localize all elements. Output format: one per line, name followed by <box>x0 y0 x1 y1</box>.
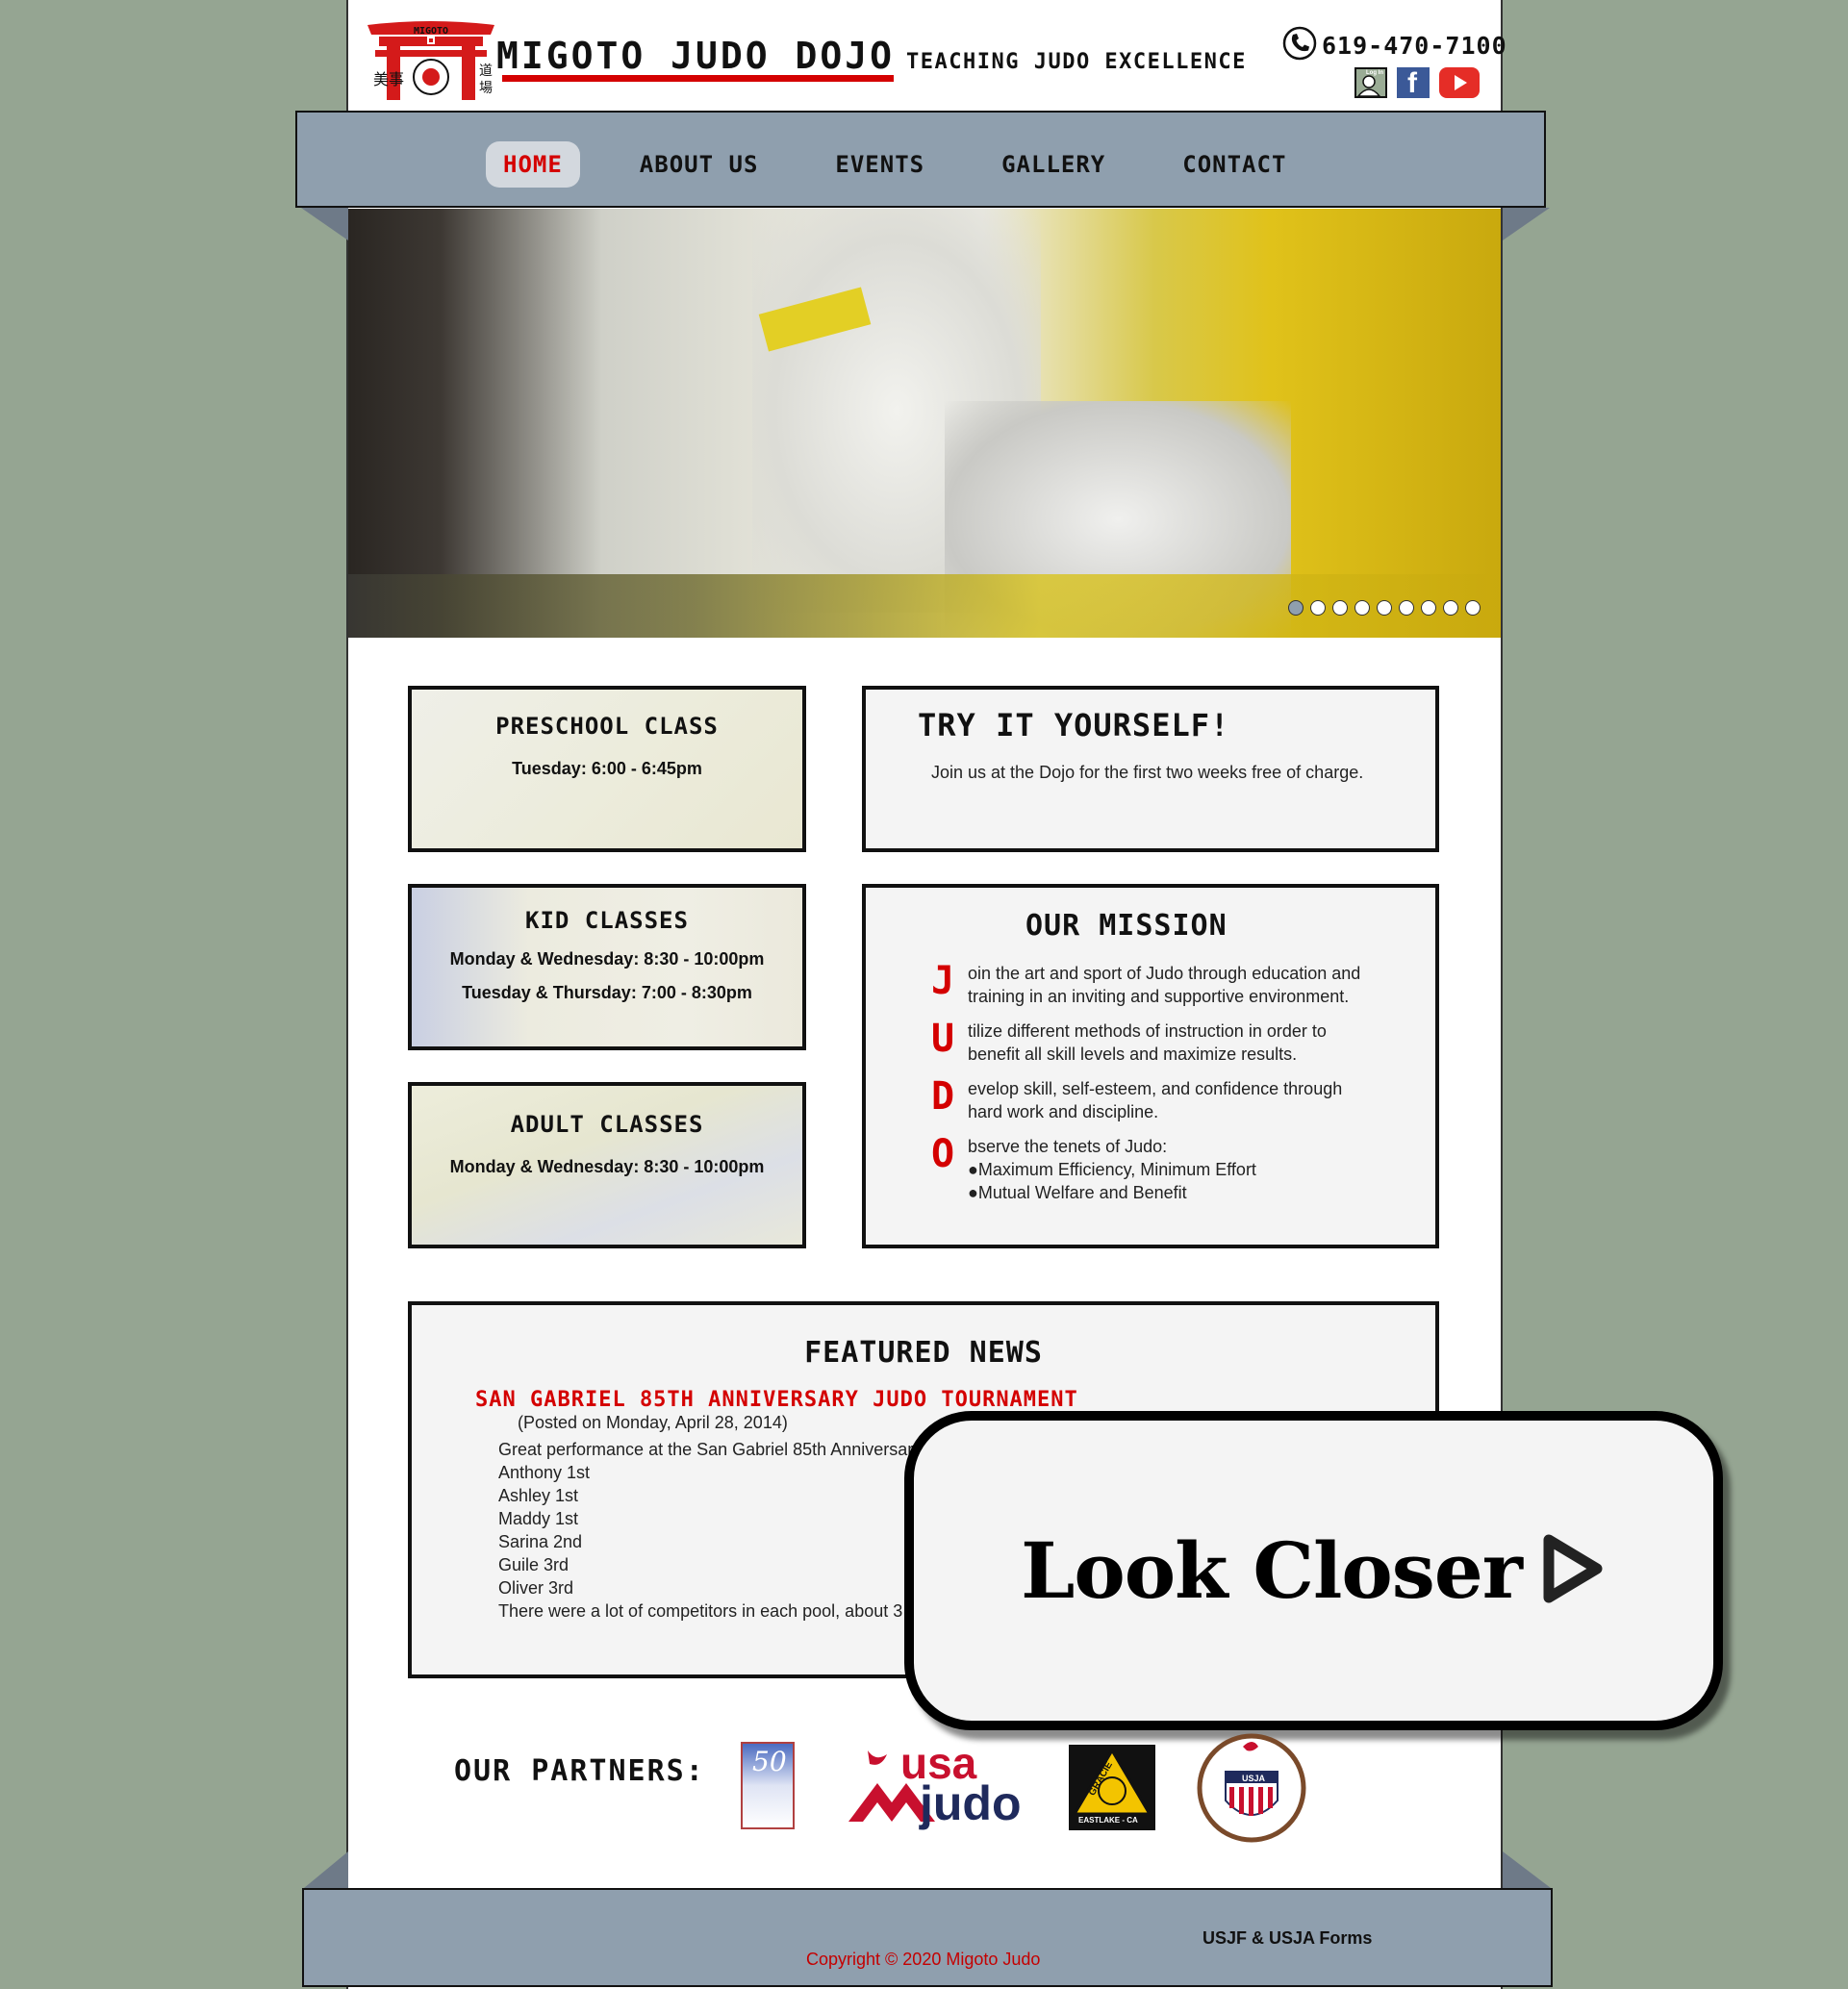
partner-usa-judo-logo[interactable]: usa judo <box>839 1738 1022 1830</box>
mission-letter: D <box>931 1074 955 1119</box>
facebook-icon[interactable]: f <box>1397 67 1430 99</box>
mission-item-d: D evelop skill, self-esteem, and confide… <box>931 1077 1342 1123</box>
nav-home[interactable]: Home <box>486 141 580 188</box>
mission-line: oin the art and sport of Judo through ed… <box>968 964 1361 983</box>
mission-item-u: U tilize different methods of instructio… <box>931 1020 1327 1066</box>
nav-gallery[interactable]: Gallery <box>984 141 1123 188</box>
news-section-title: Featured News <box>804 1336 1043 1370</box>
site-title[interactable]: Migoto Judo Dojo <box>496 35 895 77</box>
footer-fold-left <box>304 1851 348 1888</box>
class-schedule: Tuesday & Thursday: 7:00 - 8:30pm <box>462 983 752 1002</box>
look-closer-button[interactable]: Look Closer <box>904 1411 1723 1730</box>
mission-bullet: ●Maximum Efficiency, Minimum Effort <box>968 1160 1256 1179</box>
slide-dot[interactable] <box>1310 600 1326 616</box>
partner-logo-text: USJA <box>1242 1774 1266 1783</box>
copyright-text: Copyright © 2020 Migoto Judo <box>806 1950 1041 1969</box>
usjf-usja-forms-link[interactable]: USJF & USJA Forms <box>1202 1928 1372 1949</box>
news-text-line: Guile 3rd <box>498 1555 570 1574</box>
kid-classes-card: Kid Classes Monday & Wednesday: 8:30 - 1… <box>408 884 806 1050</box>
footer: USJF & USJA Forms Copyright © 2020 Migot… <box>302 1888 1553 1987</box>
card-title: Adult Classes <box>510 1111 704 1138</box>
partner-gracie-logo[interactable]: GRACIE EASTLAKE - CA <box>1069 1745 1155 1830</box>
phone-number: 619-470-7100 <box>1322 32 1507 60</box>
slide-dot[interactable] <box>1465 600 1481 616</box>
footer-fold-right <box>1503 1851 1551 1888</box>
nav-fold-left <box>301 208 348 240</box>
mission-line: evelop skill, self-esteem, and confidenc… <box>968 1079 1343 1098</box>
news-headline[interactable]: San Gabriel 85th Anniversary Judo Tourna… <box>475 1388 1078 1412</box>
phone-icon <box>1281 25 1318 66</box>
preschool-class-card: Preschool Class Tuesday: 6:00 - 6:45pm <box>408 686 806 852</box>
mission-item-o: O bserve the tenets of Judo: ●Maximum Ef… <box>931 1135 1256 1204</box>
nav-fold-right <box>1503 208 1550 240</box>
class-schedule: Monday & Wednesday: 8:30 - 10:00pm <box>449 949 765 969</box>
partner-usjf-logo[interactable]: 50 <box>741 1742 795 1829</box>
nav-events[interactable]: Events <box>818 141 942 188</box>
try-it-card: Try It Yourself! Join us at the Dojo for… <box>862 686 1439 852</box>
class-schedule: Tuesday: 6:00 - 6:45pm <box>512 759 702 778</box>
slide-dot[interactable] <box>1332 600 1348 616</box>
try-it-text: Join us at the Dojo for the first two we… <box>931 763 1364 782</box>
svg-text:場: 場 <box>479 80 493 95</box>
news-text-line: There were a lot of competitors in each … <box>498 1601 903 1621</box>
dojo-logo[interactable]: MIGOTO 美事 道 場 <box>366 17 496 102</box>
partner-logo-text: judo <box>920 1776 1022 1830</box>
slide-dot[interactable] <box>1377 600 1392 616</box>
news-text-line: Oliver 3rd <box>498 1578 574 1598</box>
nav-contact[interactable]: Contact <box>1165 141 1304 188</box>
phone-contact[interactable]: 619-470-7100 <box>1281 25 1507 66</box>
svg-text:道: 道 <box>479 63 493 78</box>
slide-dot[interactable] <box>1288 600 1304 616</box>
slideshow-dots <box>1288 600 1481 616</box>
news-text-line: Great performance at the San Gabriel 85t… <box>498 1440 923 1459</box>
tagline: Teaching Judo Excellence <box>906 50 1247 74</box>
mission-letter: U <box>931 1017 955 1061</box>
class-schedule: Monday & Wednesday: 8:30 - 10:00pm <box>449 1157 765 1176</box>
logo-text: MIGOTO <box>414 26 448 37</box>
card-title: Kid Classes <box>525 907 689 934</box>
mission-line: bserve the tenets of Judo: <box>968 1137 1168 1156</box>
svg-text:美事: 美事 <box>373 71 404 88</box>
mission-letter: J <box>931 959 955 1003</box>
mission-line: training in an inviting and supportive e… <box>968 987 1350 1006</box>
mission-title: Our Mission <box>1025 909 1228 943</box>
card-title: Preschool Class <box>495 713 719 740</box>
login-icon[interactable]: Log In <box>1354 67 1387 98</box>
partner-logo-text: EASTLAKE - CA <box>1078 1816 1138 1825</box>
nav-about-us[interactable]: About Us <box>622 141 776 188</box>
mission-letter: O <box>931 1132 955 1176</box>
slide-dot[interactable] <box>1421 600 1436 616</box>
play-triangle-icon <box>1539 1530 1607 1612</box>
main-nav: Home About Us Events Gallery Contact <box>295 111 1546 208</box>
slide-dot[interactable] <box>1399 600 1414 616</box>
mission-line: hard work and discipline. <box>968 1102 1159 1121</box>
mission-item-j: J oin the art and sport of Judo through … <box>931 962 1360 1008</box>
news-text-line: Ashley 1st <box>498 1486 579 1505</box>
try-it-title: Try It Yourself! <box>918 707 1230 743</box>
adult-classes-card: Adult Classes Monday & Wednesday: 8:30 -… <box>408 1082 806 1248</box>
title-underline <box>502 75 894 82</box>
slide-dot[interactable] <box>1443 600 1458 616</box>
slide-dot[interactable] <box>1354 600 1370 616</box>
partner-usja-logo[interactable]: USJA <box>1197 1733 1306 1843</box>
news-text-line: Anthony 1st <box>498 1463 591 1482</box>
news-posted-date: (Posted on Monday, April 28, 2014) <box>518 1413 788 1432</box>
mission-line: benefit all skill levels and maximize re… <box>968 1045 1298 1064</box>
partner-logo-text: 50 <box>752 1746 787 1777</box>
mission-line: tilize different methods of instruction … <box>968 1021 1327 1041</box>
news-text-line: Sarina 2nd <box>498 1532 583 1551</box>
youtube-icon[interactable] <box>1439 67 1480 98</box>
hero-slideshow[interactable] <box>348 209 1501 638</box>
look-closer-label: Look Closer <box>1021 1525 1523 1616</box>
news-text-line: Maddy 1st <box>498 1509 579 1528</box>
partners-label: Our Partners: <box>454 1754 705 1788</box>
social-links: Log In f <box>1354 67 1480 99</box>
mission-bullet: ●Mutual Welfare and Benefit <box>968 1183 1187 1202</box>
